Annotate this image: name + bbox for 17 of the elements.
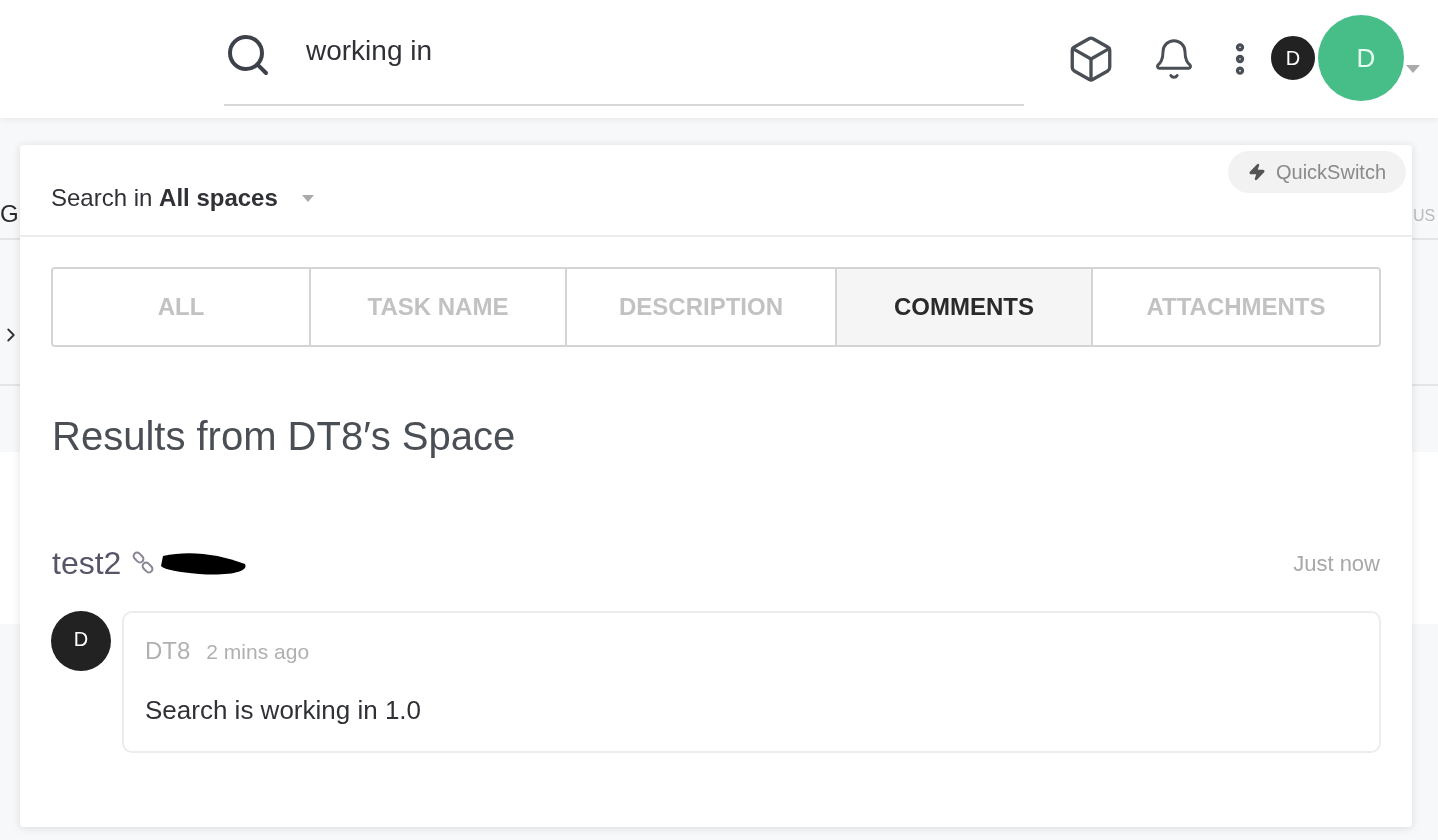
link-icon[interactable]	[131, 551, 156, 575]
section-title: Results from DT8′s Space	[52, 413, 517, 460]
task-title[interactable]: test2	[52, 539, 122, 587]
lightning-icon	[1247, 161, 1266, 183]
scope-dropdown[interactable]: Search in All spaces	[51, 180, 314, 216]
comment-time: 2 mins ago	[206, 639, 310, 665]
column-header: US	[1413, 206, 1436, 226]
comment-author: DT8	[145, 636, 191, 666]
comment-text: Search is working in 1.0	[145, 694, 423, 727]
caret-icon	[301, 194, 314, 202]
filter-tab[interactable]: COMMENTS	[835, 269, 1091, 345]
result-time: Just now	[1293, 549, 1380, 578]
search-input[interactable]: working in	[306, 30, 1024, 80]
page-heading: G	[0, 199, 19, 229]
user-avatar[interactable]: D	[1268, 33, 1318, 83]
search-field[interactable]: working in	[224, 12, 1024, 106]
commenter-avatar: D	[51, 611, 111, 671]
